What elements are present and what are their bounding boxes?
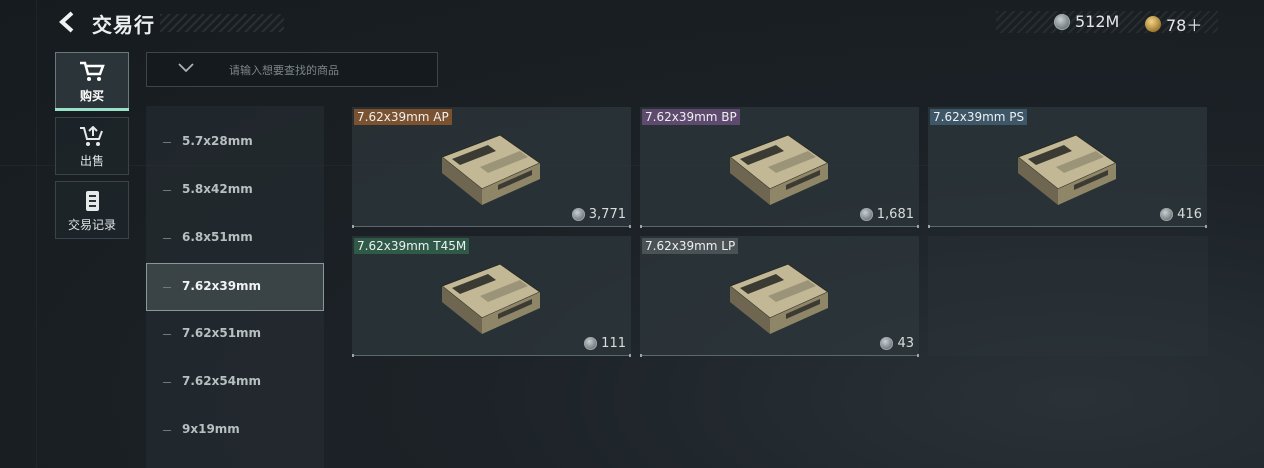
sell-icon (80, 125, 103, 146)
tab-buy-label: 购买 (79, 89, 104, 103)
gold-amount: 78＋ (1166, 16, 1203, 35)
caliber-label: 7.62x51mm (182, 326, 262, 340)
ammo-box-icon (441, 263, 541, 335)
caliber-label: 7.62x54mm (182, 374, 262, 388)
tab-sell[interactable]: 出售 (55, 117, 129, 175)
list-dash (163, 142, 171, 143)
gold-coin-icon (1145, 16, 1161, 32)
item-card[interactable]: 7.62x39mm LP 43 (640, 236, 919, 357)
silver-coin-icon (1054, 13, 1070, 30)
chevron-down-icon[interactable] (177, 61, 195, 75)
caliber-item[interactable]: 5.8x42mm (147, 167, 323, 213)
item-price-value: 43 (897, 336, 914, 351)
card-divider (352, 226, 631, 227)
item-name-tag: 7.62x39mm AP (354, 109, 452, 125)
item-price: 111 (584, 336, 626, 351)
record-icon (86, 191, 99, 211)
tab-trade-history-label: 交易记录 (67, 218, 116, 232)
search-input[interactable]: 请输入想要查找的商品 (146, 52, 438, 87)
item-price-value: 3,771 (588, 207, 626, 222)
card-divider (640, 355, 919, 356)
title-decoration (160, 14, 284, 32)
item-price: 416 (1160, 207, 1202, 222)
caliber-item[interactable]: 7.62x54mm (147, 359, 323, 405)
tab-trade-history[interactable]: 交易记录 (55, 181, 129, 239)
silver-coin-icon (880, 337, 894, 350)
card-corner-tick (917, 225, 919, 228)
gold-currency[interactable]: 78＋ (1145, 12, 1202, 36)
item-card[interactable]: 7.62x39mm PS 416 (928, 107, 1207, 228)
item-price: 3,771 (571, 207, 626, 222)
silver-coin-icon (571, 208, 585, 221)
caliber-label: 6.8x51mm (182, 230, 253, 244)
item-price: 43 (880, 336, 914, 351)
item-card[interactable]: 7.62x39mm AP 3,771 (352, 107, 631, 228)
card-corner-tick (629, 225, 631, 228)
list-dash (163, 334, 171, 335)
card-corner-tick (629, 354, 631, 357)
silver-coin-icon (584, 337, 598, 350)
ammo-box-icon (1017, 134, 1117, 206)
list-dash (163, 190, 171, 191)
top-bar: 交易行 512M 78＋ (0, 0, 1264, 48)
item-name-tag: 7.62x39mm PS (930, 109, 1028, 125)
card-divider (640, 226, 919, 227)
list-dash (163, 430, 171, 431)
ammo-box-icon (729, 134, 829, 206)
item-price-value: 416 (1177, 207, 1202, 222)
caliber-list: 5.7x28mm 5.8x42mm 6.8x51mm 7.62x39mm 7.6… (146, 106, 324, 468)
page-title: 交易行 (92, 13, 155, 37)
ammo-box-icon (729, 263, 829, 335)
item-price-value: 1,681 (876, 207, 914, 222)
caliber-label: 5.7x28mm (182, 134, 253, 148)
silver-currency: 512M (1054, 12, 1119, 31)
caliber-item-selected[interactable]: 7.62x39mm (146, 263, 324, 311)
list-dash (163, 238, 171, 239)
back-arrow-icon (59, 11, 74, 33)
card-corner-tick (928, 225, 930, 228)
item-name-tag: 7.62x39mm BP (642, 109, 740, 125)
caliber-item[interactable]: 6.8x51mm (147, 215, 323, 261)
card-divider (928, 226, 1207, 227)
card-divider (352, 355, 631, 356)
tab-buy[interactable]: 购买 (55, 52, 129, 111)
caliber-item[interactable]: 9x19mm (147, 407, 323, 453)
caliber-item[interactable]: 5.7x28mm (147, 119, 323, 165)
cart-icon (80, 61, 105, 81)
caliber-item[interactable]: 7.62x51mm (147, 311, 323, 357)
item-price-value: 111 (601, 336, 626, 351)
grid-line (36, 0, 37, 468)
list-dash (163, 287, 171, 288)
ammo-box-icon (441, 134, 541, 206)
silver-coin-icon (859, 208, 873, 221)
card-corner-tick (640, 225, 642, 228)
card-corner-tick (1205, 225, 1207, 228)
caliber-label: 9x19mm (182, 422, 240, 436)
back-button[interactable] (56, 10, 80, 34)
tab-sell-label: 出售 (79, 154, 104, 168)
card-corner-tick (352, 354, 354, 357)
card-corner-tick (640, 354, 642, 357)
card-corner-tick (917, 354, 919, 357)
caliber-label: 5.8x42mm (182, 182, 253, 196)
search-placeholder: 请输入想要查找的商品 (229, 64, 339, 77)
empty-slot (928, 236, 1208, 356)
item-name-tag: 7.62x39mm T45M (354, 238, 470, 254)
item-price: 1,681 (859, 207, 914, 222)
item-card[interactable]: 7.62x39mm T45M 111 (352, 236, 631, 357)
item-card[interactable]: 7.62x39mm BP 1,681 (640, 107, 919, 228)
caliber-label: 7.62x39mm (182, 279, 262, 293)
card-corner-tick (352, 225, 354, 228)
silver-amount: 512M (1075, 12, 1120, 31)
silver-coin-icon (1160, 208, 1174, 221)
item-name-tag: 7.62x39mm LP (642, 238, 739, 254)
list-dash (163, 382, 171, 383)
